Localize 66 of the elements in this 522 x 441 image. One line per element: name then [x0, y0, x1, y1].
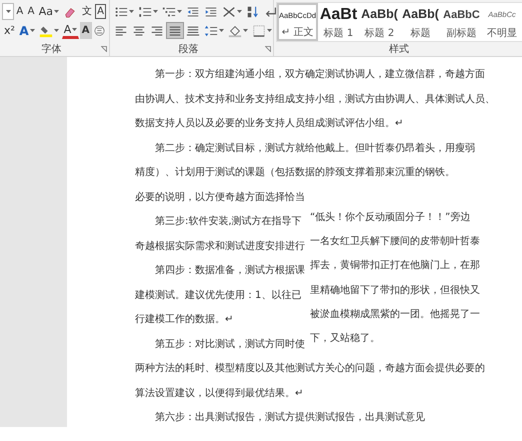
style-sample: AaBbC	[443, 9, 480, 22]
style-tile[interactable]: AaBbC 副标题	[441, 3, 482, 41]
justify-button[interactable]	[166, 22, 184, 39]
dialog-launcher-icon[interactable]	[101, 46, 107, 52]
style-tile[interactable]: AaBb( 标题	[400, 3, 441, 41]
paragraph-line: 数据支持人员以及必要的业务支持人员组成测试评估小组。↵	[135, 116, 404, 131]
borders-icon	[252, 24, 266, 38]
paragraph-line: 第二步：确定测试目标，测试方就给他戴上。但叶哲泰仍昂着头，用瘦弱	[154, 142, 475, 156]
text-box-line: 下，又站稳了。	[310, 332, 380, 346]
style-tile[interactable]: AaBt 标题 1	[318, 3, 359, 41]
align-left-icon	[114, 24, 128, 38]
style-name: ↵ 正文	[282, 27, 314, 38]
style-name: 标题 2	[364, 28, 394, 39]
align-center-icon	[132, 24, 146, 38]
paragraph-line: 第五步：对比测试，测试方同时使	[154, 338, 305, 352]
style-name: 副标题	[446, 28, 476, 39]
text-box-line: 里精确地留下了带扣的形状，但很快又	[310, 284, 480, 298]
effect-button[interactable]: A	[17, 22, 37, 39]
phonetic-button[interactable]: 文	[80, 3, 94, 20]
paragraph-line: 第一步：双方组建沟通小组，双方确定测试协调人，建立微信群，奇越方面	[154, 68, 485, 82]
superscript-button[interactable]: x²	[2, 22, 17, 39]
font-size-dropdown[interactable]	[2, 3, 14, 20]
grow-button[interactable]: A	[14, 3, 26, 20]
paragraph-line: 奇越根据实际需求和测试进度安排进行	[135, 240, 305, 254]
outdent-icon	[186, 4, 200, 18]
group-label: 样式	[388, 42, 410, 56]
text-box-line: 挥去，黄铜带扣正打在他脑门上，在那	[310, 258, 480, 274]
group-label: 段落	[178, 42, 200, 56]
marks-icon	[264, 4, 278, 18]
enclosed-button[interactable]: ㊂	[92, 22, 107, 39]
paragraph-line: 算法设置建议，以便得到最优结果。↵	[135, 386, 304, 400]
multilevel-icon	[162, 4, 176, 18]
text-box-line: 被淤血模糊成黑紫的一团。他摇晃了一	[310, 308, 480, 322]
align-right-icon	[150, 24, 164, 38]
boxed-button[interactable]: A	[94, 3, 107, 20]
shrink-button[interactable]: A	[26, 3, 36, 20]
sort-icon	[246, 4, 260, 18]
numbering-icon	[138, 4, 152, 18]
shaded-button[interactable]: A	[80, 22, 92, 39]
paragraph-line: 由协调人、技术支持和业务支持组成支持小组，测试方由协调人、具体测试人员、	[135, 92, 495, 106]
style-tile[interactable]: AaBb( 标题 2	[359, 3, 400, 41]
style-name: 标题 1	[324, 28, 354, 39]
paragraph-line: 精度）、计划用于测试的课题（包括数据的脖颈支撑着那束沉重的钢铁。	[135, 166, 455, 180]
bullets-icon	[114, 4, 128, 18]
dialog-launcher-icon[interactable]	[265, 46, 271, 52]
text-box-line: 一名女红卫兵解下腰间的皮带朝叶哲泰	[310, 234, 480, 250]
paragraph-line: 第三步:软件安装,测试方在指导下	[154, 214, 302, 229]
justify-icon	[168, 24, 182, 38]
paragraph-line: 行建模工作的数据。↵	[135, 312, 234, 327]
paragraph-line: 两种方法的耗时、模型精度以及其他测试方关心的问题，奇越方面会提供必要的	[135, 362, 485, 376]
paragraph-line: 必要的说明，以方便奇越方面选择恰当	[135, 190, 305, 204]
shading-icon	[228, 24, 242, 38]
case-button[interactable]: Aa	[36, 3, 62, 20]
group-label: 字体	[40, 42, 62, 56]
style-name: 标题	[410, 28, 430, 39]
indent-icon	[204, 4, 218, 18]
paragraph-line: 第六步：出具测试报告，测试方提供测试报告，出具测试意见	[154, 410, 425, 425]
text-box-line: “低头！你个反动顽固分子！！”旁边	[310, 210, 470, 225]
style-name: 不明显	[487, 28, 517, 39]
style-sample: AaBb(	[402, 8, 439, 22]
paragraph-line: 建模测试。建议优先使用：1、以往已	[135, 288, 302, 302]
style-sample: AaBt	[320, 6, 358, 24]
line-spacing-icon	[204, 24, 218, 38]
paragraph-line: 第四步：数据准备，测试方根据课	[154, 264, 305, 278]
distribute-icon	[186, 24, 200, 38]
style-sample: AaBb(	[361, 8, 398, 22]
